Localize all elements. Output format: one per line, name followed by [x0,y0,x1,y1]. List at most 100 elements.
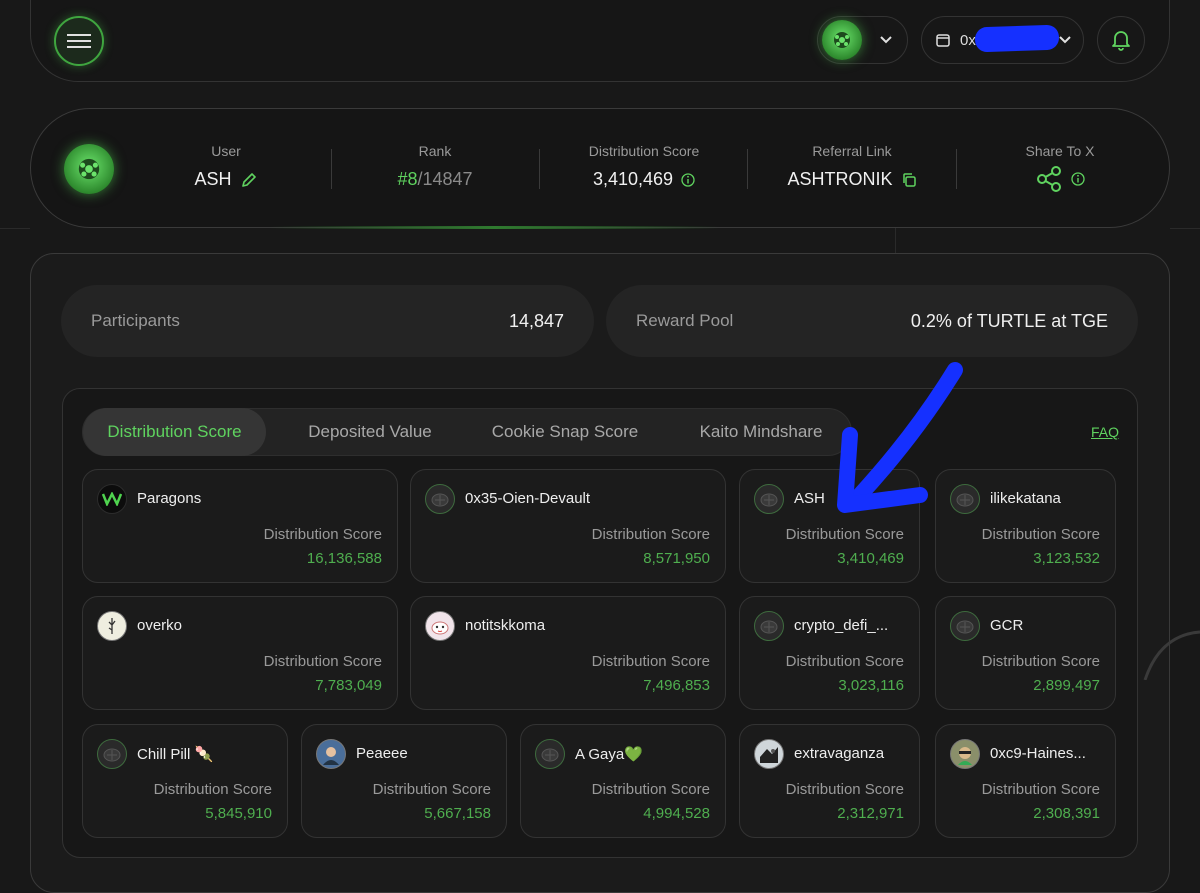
card-score-label: Distribution Score [981,781,1100,798]
card-score-label: Distribution Score [591,653,710,670]
default-turtle-avatar [425,484,455,514]
faq-link[interactable]: FAQ [1091,424,1119,440]
card-score-value: 5,667,158 [424,805,491,822]
stat-user: User ASH [170,143,282,190]
card-name: A Gaya💚 [575,746,643,763]
redaction-mark [974,24,1060,53]
card-score-value: 3,410,469 [837,550,904,567]
rank-label: Rank [418,143,452,159]
background-arc [1143,630,1200,680]
leaderboard-card[interactable]: Paragons Distribution Score 16,136,588 [82,469,398,583]
tab-cookie-snap-score[interactable]: Cookie Snap Score [470,408,660,456]
leaderboard-card[interactable]: 0x35-Oien-Devault Distribution Score 8,5… [410,469,726,583]
card-score-value: 7,496,853 [643,677,710,694]
share-icon[interactable] [1035,165,1063,193]
reward-pool-value: 0.2% of TURTLE at TGE [910,310,1108,331]
participants-box: Participants 14,847 [61,285,594,357]
card-score-label: Distribution Score [981,526,1100,543]
divider [331,149,332,189]
network-selector[interactable] [817,16,908,64]
stat-rank: Rank #8/14847 [370,143,500,190]
card-name: Paragons [137,490,202,507]
leaderboard-card[interactable]: Chill Pill 🍡 Distribution Score 5,845,91… [82,724,288,838]
background-line [895,228,896,254]
avatar-paragons [97,484,127,514]
chevron-down-icon [880,36,892,44]
wallet-icon [936,33,950,47]
leaderboard-card[interactable]: notitskkoma Distribution Score 7,496,853 [410,596,726,710]
card-score-value: 3,023,116 [838,677,904,694]
card-score-label: Distribution Score [591,781,710,798]
card-name: crypto_defi_... [794,617,889,634]
hamburger-icon [67,34,91,48]
turtle-logo-icon [822,20,862,60]
copy-icon[interactable] [901,172,917,188]
card-name: ilikekatana [990,490,1061,507]
tab-kaito-mindshare[interactable]: Kaito Mindshare [676,408,846,456]
card-name: 0x35-Oien-Devault [465,490,591,507]
card-name: notitskkoma [465,617,546,634]
card-name: Chill Pill 🍡 [137,746,214,763]
avatar-notitskkoma [425,611,455,641]
leaderboard-card[interactable]: extravaganza Distribution Score 2,312,97… [739,724,920,838]
stat-distribution-score: Distribution Score 3,410,469 [570,143,718,190]
card-score-label: Distribution Score [981,653,1100,670]
tab-distribution-score[interactable]: Distribution Score [83,408,266,456]
background-line [0,228,30,229]
avatar-extravaganza [754,739,784,769]
card-name: 0xc9-Haines... [990,745,1086,762]
default-turtle-avatar [950,611,980,641]
stat-referral-link: Referral Link ASHTRONIK [770,143,934,190]
notifications-button[interactable] [1097,16,1145,64]
user-avatar [64,144,114,194]
default-turtle-avatar [754,484,784,514]
default-turtle-avatar [535,739,565,769]
card-score-value: 8,571,950 [643,550,710,567]
rank-total: /14847 [417,169,473,189]
default-turtle-avatar [97,739,127,769]
leaderboard-card[interactable]: 0xc9-Haines... Distribution Score 2,308,… [935,724,1116,838]
participants-value: 14,847 [508,310,564,331]
user-label: User [211,143,241,159]
reward-pool-box: Reward Pool 0.2% of TURTLE at TGE [606,285,1138,357]
leaderboard-card[interactable]: A Gaya💚 Distribution Score 4,994,528 [520,724,726,838]
pencil-edit-icon[interactable] [240,171,258,189]
reward-pool-label: Reward Pool [636,311,734,330]
leaderboard-card[interactable]: GCR Distribution Score 2,899,497 [935,596,1116,710]
info-icon[interactable] [681,172,695,187]
chevron-down-icon [1059,36,1071,44]
leaderboard-card[interactable]: overko Distribution Score 7,783,049 [82,596,398,710]
background-line [1170,228,1200,229]
card-score-value: 2,899,497 [1033,677,1100,694]
avatar-overko [97,611,127,641]
card-score-value: 4,994,528 [643,805,710,822]
score-value: 3,410,469 [592,169,674,189]
referral-code: ASHTRONIK [787,169,893,189]
card-score-label: Distribution Score [591,526,710,543]
avatar-peaeee [316,739,346,769]
score-label: Distribution Score [588,143,700,159]
referral-label: Referral Link [812,143,892,159]
leaderboard-card[interactable]: crypto_defi_... Distribution Score 3,023… [739,596,920,710]
leaderboard-card[interactable]: ilikekatana Distribution Score 3,123,532 [935,469,1116,583]
avatar-0xc9-haines [950,739,980,769]
leaderboard-card[interactable]: Peaeee Distribution Score 5,667,158 [301,724,507,838]
card-score-value: 5,845,910 [205,805,272,822]
default-turtle-avatar [754,611,784,641]
divider [539,149,540,189]
default-turtle-avatar [950,484,980,514]
card-name: GCR [990,617,1024,634]
stat-share: Share To X [1000,143,1120,193]
card-score-value: 3,123,532 [1033,550,1100,567]
user-name: ASH [194,169,232,189]
tab-deposited-value[interactable]: Deposited Value [285,408,455,456]
card-score-label: Distribution Score [785,653,904,670]
info-icon[interactable] [1071,172,1085,186]
leaderboard-card[interactable]: ASH Distribution Score 3,410,469 [739,469,920,583]
divider [747,149,748,189]
card-score-value: 2,308,391 [1033,805,1100,822]
rank-value: #8 [397,169,418,189]
card-score-label: Distribution Score [785,526,904,543]
stats-glow [270,226,720,229]
menu-button[interactable] [54,16,104,66]
